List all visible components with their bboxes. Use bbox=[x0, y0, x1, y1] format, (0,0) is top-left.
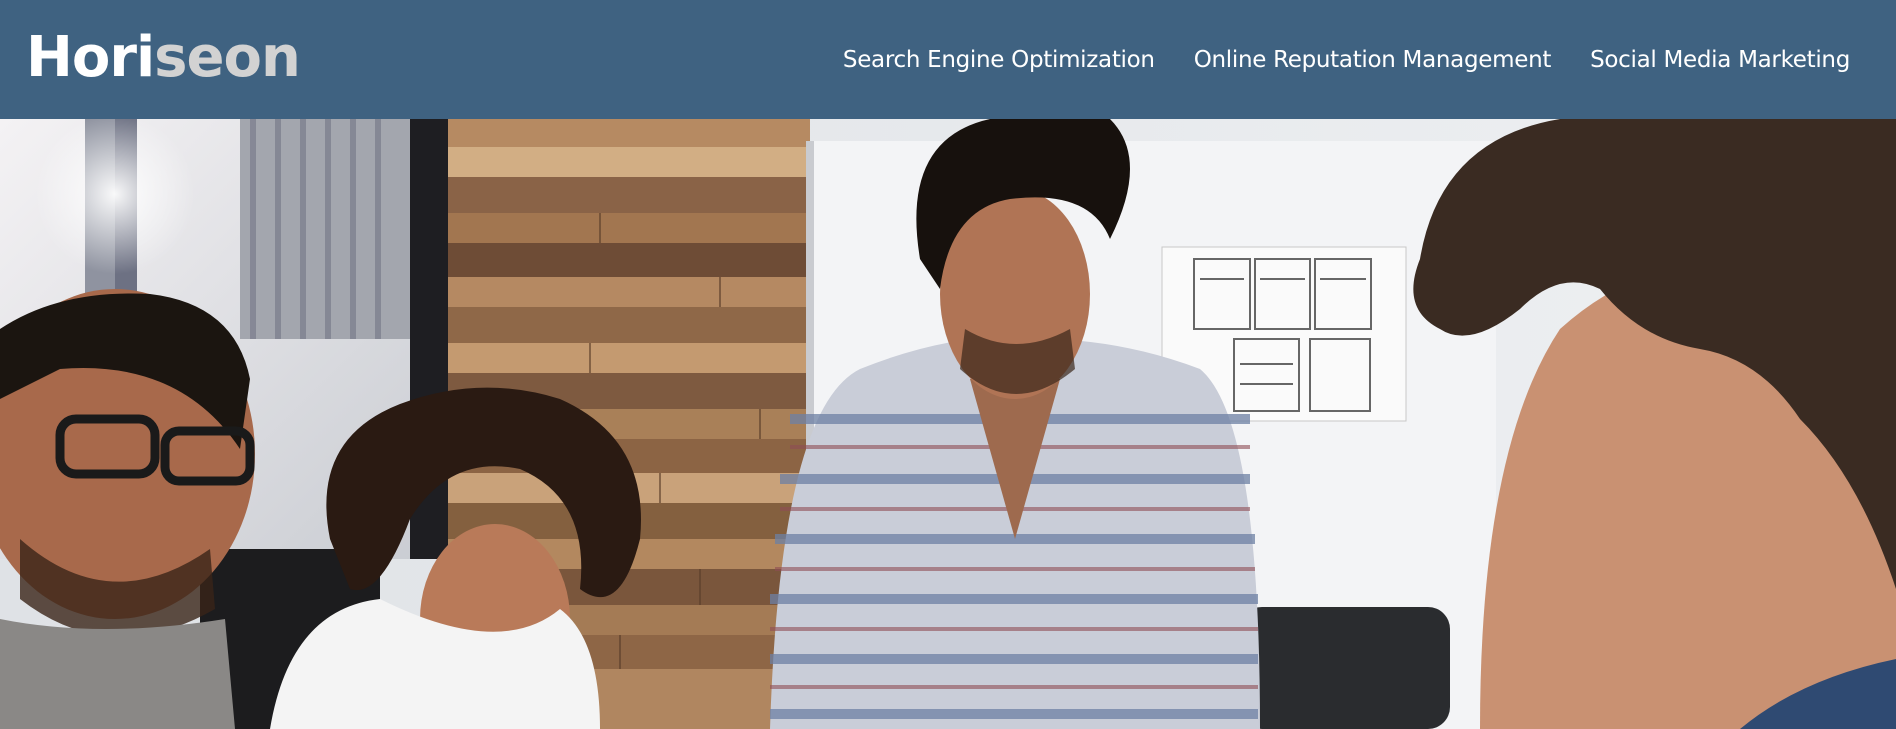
hero-image bbox=[0, 119, 1896, 729]
nav-link-smm[interactable]: Social Media Marketing bbox=[1590, 47, 1850, 73]
site-logo[interactable]: Horiseon bbox=[26, 22, 301, 94]
nav-link-orm[interactable]: Online Reputation Management bbox=[1194, 47, 1552, 73]
logo-part-1: Hori bbox=[26, 25, 155, 90]
main-nav: Search Engine Optimization Online Reputa… bbox=[804, 0, 1850, 119]
nav-link-seo[interactable]: Search Engine Optimization bbox=[843, 47, 1155, 73]
logo-part-2: seon bbox=[154, 25, 301, 90]
hero-photo bbox=[0, 119, 1896, 729]
site-header: Horiseon Search Engine Optimization Onli… bbox=[0, 0, 1896, 119]
